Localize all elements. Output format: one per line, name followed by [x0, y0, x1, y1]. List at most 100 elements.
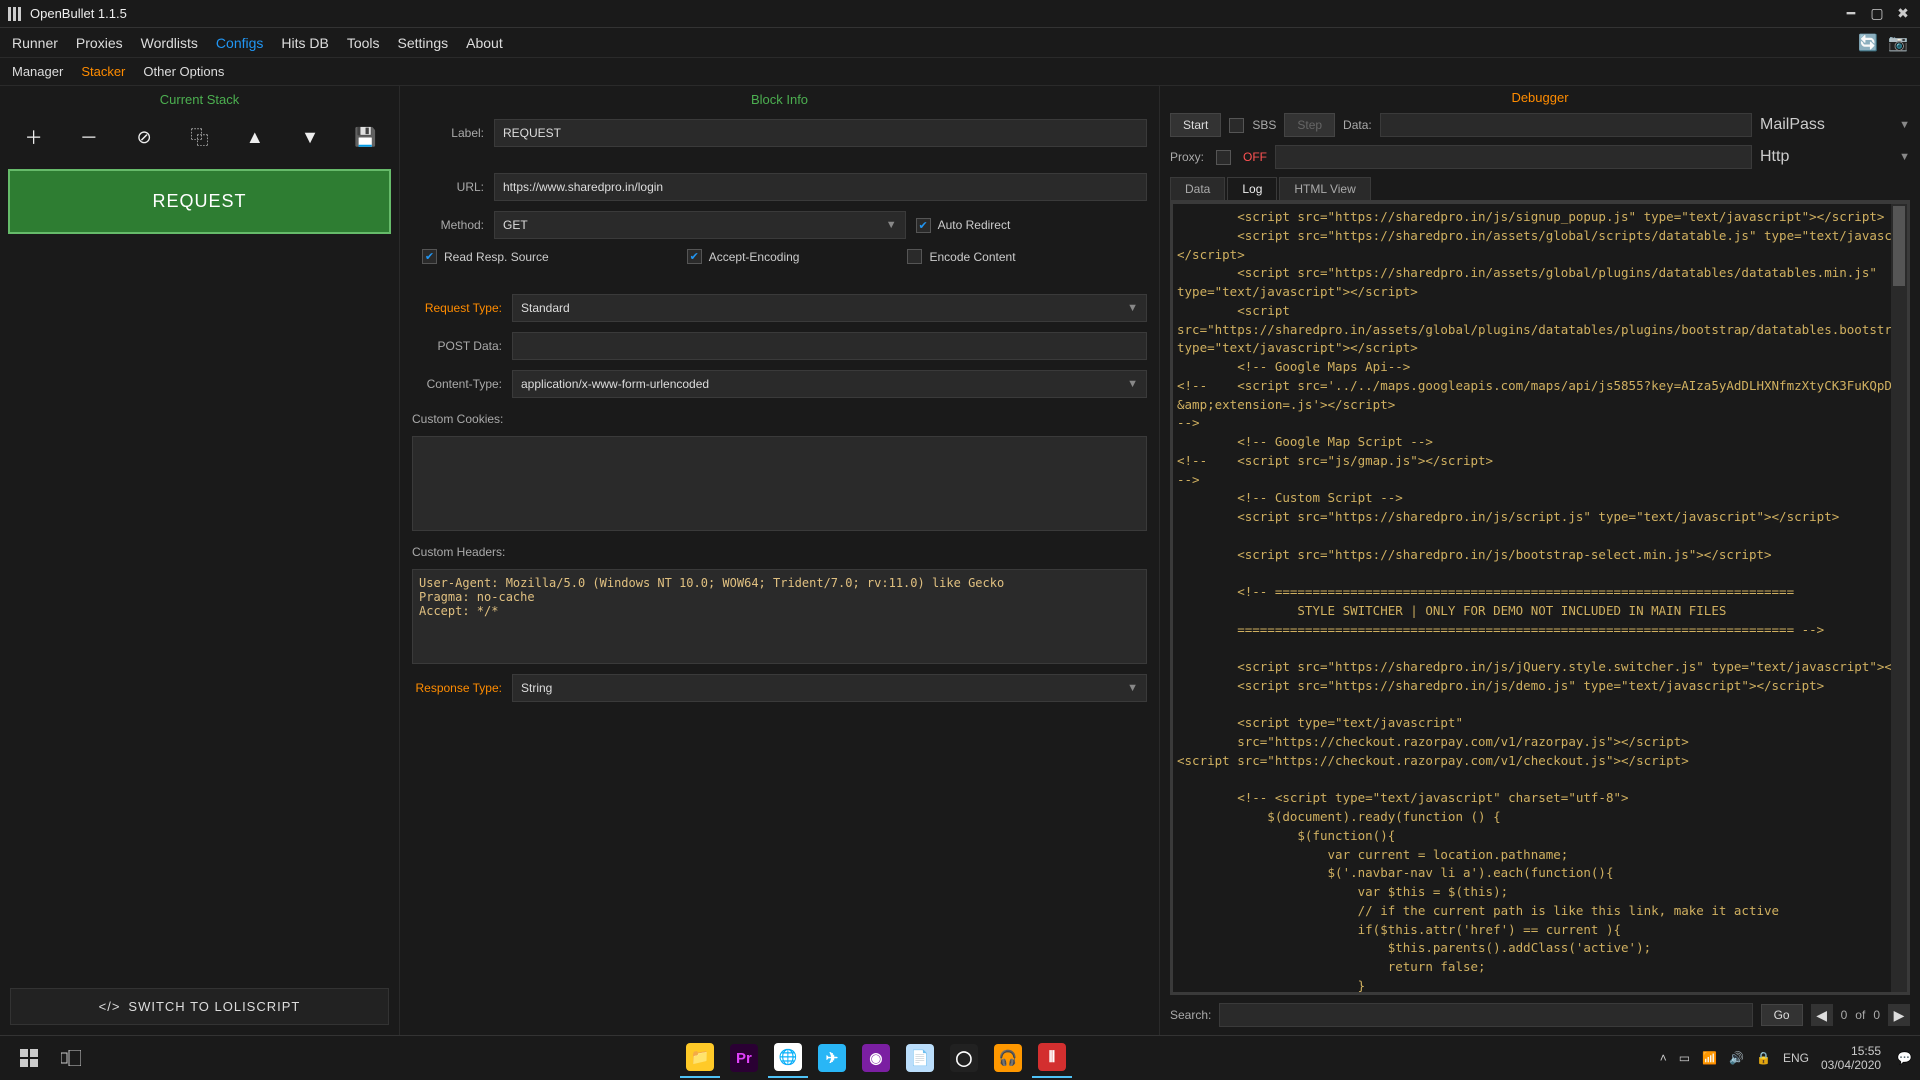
postdata-input[interactable]: [512, 332, 1147, 360]
stack-list: REQUEST: [0, 161, 399, 978]
taskbar-openbullet[interactable]: ⦀: [1032, 1038, 1072, 1078]
proxy-input[interactable]: [1275, 145, 1752, 169]
cookies-textarea[interactable]: [412, 436, 1147, 531]
start-button[interactable]: [9, 1038, 49, 1078]
data-type-select[interactable]: MailPass ▼: [1760, 116, 1910, 134]
log-viewer: <script src="https://sharedpro.in/js/sig…: [1170, 201, 1910, 995]
tray-volume-icon[interactable]: 🔊: [1729, 1051, 1744, 1065]
data-input[interactable]: [1380, 113, 1752, 137]
stack-item-request[interactable]: REQUEST: [8, 169, 391, 234]
accept-encoding-checkbox[interactable]: ✔Accept-Encoding: [687, 249, 800, 264]
taskbar-app-purple[interactable]: ◉: [856, 1038, 896, 1078]
stack-toolbar: ＋ － ⊘ ⿻ ▲ ▼ 💾: [0, 113, 399, 161]
menu-runner[interactable]: Runner: [12, 35, 58, 51]
method-select[interactable]: GET ▼: [494, 211, 906, 239]
menu-tools[interactable]: Tools: [347, 35, 380, 51]
proxy-checkbox[interactable]: [1216, 150, 1231, 165]
search-total: 0: [1873, 1008, 1880, 1022]
sbs-checkbox[interactable]: [1229, 118, 1244, 133]
url-label: URL:: [412, 180, 484, 194]
contenttype-select[interactable]: application/x-www-form-urlencoded ▼: [512, 370, 1147, 398]
stack-panel: Current Stack ＋ － ⊘ ⿻ ▲ ▼ 💾 REQUEST </> …: [0, 86, 400, 1035]
switch-loliscript-button[interactable]: </> SWITCH TO LOLISCRIPT: [10, 988, 389, 1025]
tray-wifi-icon[interactable]: 📶: [1702, 1051, 1717, 1065]
menu-hitsdb[interactable]: Hits DB: [281, 35, 328, 51]
taskbar-telegram[interactable]: ✈: [812, 1038, 852, 1078]
main-menu: Runner Proxies Wordlists Configs Hits DB…: [0, 28, 1920, 58]
close-button[interactable]: ✖: [1894, 5, 1912, 23]
search-current: 0: [1841, 1008, 1848, 1022]
tray-clock[interactable]: 15:55 03/04/2020: [1821, 1044, 1881, 1073]
submenu-manager[interactable]: Manager: [12, 64, 63, 79]
remove-block-button[interactable]: －: [73, 121, 105, 153]
start-button[interactable]: Start: [1170, 113, 1221, 137]
stack-header: Current Stack: [0, 86, 399, 113]
search-go-button[interactable]: Go: [1761, 1004, 1803, 1026]
response-type-select[interactable]: String ▼: [512, 674, 1147, 702]
taskbar-obs[interactable]: ◯: [944, 1038, 984, 1078]
tray-language[interactable]: ENG: [1783, 1051, 1809, 1065]
maximize-button[interactable]: ▢: [1868, 5, 1886, 23]
save-button[interactable]: 💾: [349, 121, 381, 153]
response-type-label: Response Type:: [412, 681, 502, 695]
copy-block-button[interactable]: ⿻: [183, 121, 215, 153]
menu-settings[interactable]: Settings: [398, 35, 449, 51]
refresh-icon[interactable]: 🔄: [1858, 33, 1878, 53]
encode-content-checkbox[interactable]: Encode Content: [907, 249, 1015, 264]
disable-block-button[interactable]: ⊘: [128, 121, 160, 153]
debugger-panel: Debugger Start SBS Step Data: MailPass ▼…: [1160, 86, 1920, 1035]
menu-wordlists[interactable]: Wordlists: [141, 35, 198, 51]
system-tray: ˄ ▭ 📶 🔊 🔒 ENG 15:55 03/04/2020 💬: [1660, 1044, 1912, 1073]
search-input[interactable]: [1219, 1003, 1752, 1027]
chevron-down-icon: ▼: [1127, 378, 1138, 390]
minimize-button[interactable]: ━: [1842, 5, 1860, 23]
tray-notifications-icon[interactable]: 💬: [1897, 1051, 1912, 1065]
windows-taskbar: 📁 Pr 🌐 ✈ ◉ 📄 ◯ 🎧 ⦀ ˄ ▭ 📶 🔊 🔒 ENG 15:55 0…: [0, 1035, 1920, 1080]
search-of: of: [1855, 1008, 1865, 1022]
request-type-select[interactable]: Standard ▼: [512, 294, 1147, 322]
taskbar-audacity[interactable]: 🎧: [988, 1038, 1028, 1078]
menu-about[interactable]: About: [466, 35, 503, 51]
chevron-down-icon: ▼: [1899, 119, 1910, 131]
read-resp-checkbox[interactable]: ✔Read Resp. Source: [422, 249, 549, 264]
headers-textarea[interactable]: [412, 569, 1147, 664]
log-content[interactable]: <script src="https://sharedpro.in/js/sig…: [1177, 208, 1903, 995]
code-icon: </>: [99, 999, 121, 1014]
submenu-other[interactable]: Other Options: [143, 64, 224, 79]
url-input[interactable]: [494, 173, 1147, 201]
tray-chevron-up-icon[interactable]: ˄: [1660, 1051, 1667, 1065]
taskbar-chrome[interactable]: 🌐: [768, 1038, 808, 1078]
camera-icon[interactable]: 📷: [1888, 33, 1908, 53]
proxy-label: Proxy:: [1170, 150, 1208, 164]
tab-log[interactable]: Log: [1227, 177, 1277, 200]
taskbar-notepad[interactable]: 📄: [900, 1038, 940, 1078]
proxy-off-indicator: OFF: [1243, 150, 1267, 164]
app-logo-icon: [8, 7, 22, 21]
tab-data[interactable]: Data: [1170, 177, 1225, 200]
debugger-header: Debugger: [1160, 86, 1920, 109]
menu-proxies[interactable]: Proxies: [76, 35, 123, 51]
search-prev-button[interactable]: ◀: [1811, 1004, 1833, 1026]
tray-lock-icon[interactable]: 🔒: [1756, 1051, 1771, 1065]
taskbar-premiere[interactable]: Pr: [724, 1038, 764, 1078]
tab-htmlview[interactable]: HTML View: [1279, 177, 1370, 200]
auto-redirect-checkbox[interactable]: ✔Auto Redirect: [916, 218, 1011, 233]
postdata-label: POST Data:: [412, 339, 502, 353]
add-block-button[interactable]: ＋: [18, 121, 50, 153]
taskbar-explorer[interactable]: 📁: [680, 1038, 720, 1078]
move-up-button[interactable]: ▲: [239, 121, 271, 153]
headers-label: Custom Headers:: [412, 545, 1147, 559]
tray-battery-icon[interactable]: ▭: [1679, 1051, 1690, 1065]
menu-configs[interactable]: Configs: [216, 35, 263, 51]
method-label: Method:: [412, 218, 484, 232]
chevron-down-icon: ▼: [886, 219, 897, 231]
proxy-type-select[interactable]: Http ▼: [1760, 148, 1910, 166]
submenu-stacker[interactable]: Stacker: [81, 64, 125, 79]
step-button[interactable]: Step: [1284, 113, 1335, 137]
move-down-button[interactable]: ▼: [294, 121, 326, 153]
label-input[interactable]: [494, 119, 1147, 147]
sbs-label: SBS: [1252, 118, 1276, 132]
log-scrollbar[interactable]: [1891, 204, 1907, 992]
task-view-button[interactable]: [51, 1038, 91, 1078]
search-next-button[interactable]: ▶: [1888, 1004, 1910, 1026]
